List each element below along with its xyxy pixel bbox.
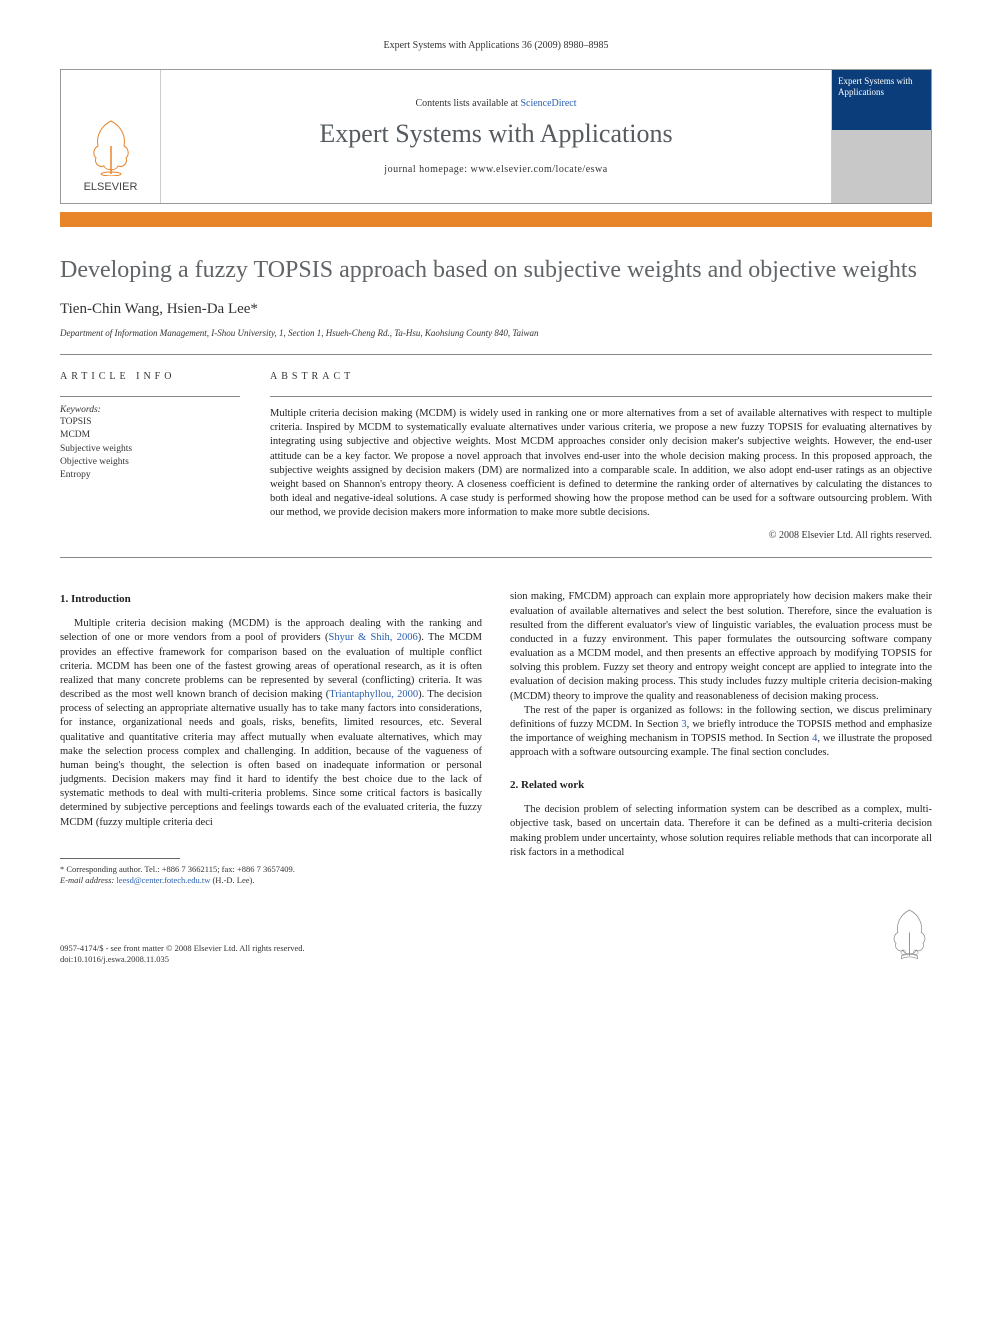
divider-bottom (60, 557, 932, 558)
sciencedirect-link[interactable]: ScienceDirect (520, 98, 576, 109)
affiliation-line: Department of Information Management, I-… (60, 328, 932, 338)
article-info-column: ARTICLE INFO Keywords: TOPSIS MCDM Subje… (60, 371, 240, 541)
info-divider (60, 396, 240, 397)
doi-line: doi:10.1016/j.eswa.2008.11.035 (60, 954, 305, 965)
abstract-copyright: © 2008 Elsevier Ltd. All rights reserved… (270, 530, 932, 541)
running-header: Expert Systems with Applications 36 (200… (60, 40, 932, 51)
elsevier-tree-icon (86, 116, 136, 176)
abstract-divider (270, 396, 932, 397)
para-text: ). The decision process of selecting an … (60, 689, 482, 828)
left-column: 1. Introduction Multiple criteria decisi… (60, 590, 482, 886)
footnote-separator (60, 858, 180, 859)
keyword-item: Entropy (60, 469, 240, 482)
elsevier-tree-icon (887, 905, 932, 960)
section-1-heading: 1. Introduction (60, 592, 482, 607)
journal-homepage: journal homepage: www.elsevier.com/locat… (384, 164, 607, 175)
body-columns: 1. Introduction Multiple criteria decisi… (60, 590, 932, 886)
keyword-item: TOPSIS (60, 416, 240, 429)
page-footer: 0957-4174/$ - see front matter © 2008 El… (60, 905, 932, 965)
article-info-heading: ARTICLE INFO (60, 371, 240, 382)
journal-cover-thumbnail: Expert Systems with Applications (831, 70, 931, 203)
cover-title-text: Expert Systems with Applications (832, 70, 931, 104)
publisher-box: ELSEVIER (61, 70, 161, 203)
corresponding-author-footnote: * Corresponding author. Tel.: +886 7 366… (60, 864, 482, 875)
info-abstract-row: ARTICLE INFO Keywords: TOPSIS MCDM Subje… (60, 355, 932, 557)
banner-center: Contents lists available at ScienceDirec… (161, 70, 831, 203)
keyword-item: MCDM (60, 429, 240, 442)
keyword-item: Subjective weights (60, 443, 240, 456)
contents-available-line: Contents lists available at ScienceDirec… (415, 98, 576, 109)
section-1-para-1-left: Multiple criteria decision making (MCDM)… (60, 617, 482, 830)
footer-left: 0957-4174/$ - see front matter © 2008 El… (60, 943, 305, 965)
section-1-para-1-right: sion making, FMCDM) approach can explain… (510, 590, 932, 703)
section-2-heading: 2. Related work (510, 778, 932, 793)
right-column: sion making, FMCDM) approach can explain… (510, 590, 932, 886)
issn-line: 0957-4174/$ - see front matter © 2008 El… (60, 943, 305, 954)
abstract-heading: ABSTRACT (270, 371, 932, 382)
article-title: Developing a fuzzy TOPSIS approach based… (60, 255, 932, 285)
authors-line: Tien-Chin Wang, Hsien-Da Lee* (60, 301, 932, 318)
abstract-text: Multiple criteria decision making (MCDM)… (270, 407, 932, 520)
citation-link[interactable]: Shyur & Shih, 2006 (329, 632, 418, 643)
section-2-para-1: The decision problem of selecting inform… (510, 803, 932, 860)
citation-link[interactable]: Triantaphyllou, 2000 (329, 689, 418, 700)
orange-divider-bar (60, 212, 932, 227)
footer-logo (887, 905, 932, 965)
journal-name: Expert Systems with Applications (319, 119, 672, 149)
email-suffix: (H.-D. Lee). (210, 875, 254, 885)
contents-prefix: Contents lists available at (415, 98, 520, 109)
email-link[interactable]: leesd@center.fotech.edu.tw (116, 875, 210, 885)
journal-banner: ELSEVIER Contents lists available at Sci… (60, 69, 932, 204)
email-footnote: E-mail address: leesd@center.fotech.edu.… (60, 875, 482, 886)
keyword-item: Objective weights (60, 456, 240, 469)
keywords-label: Keywords: (60, 405, 240, 415)
section-1-para-2: The rest of the paper is organized as fo… (510, 704, 932, 761)
abstract-column: ABSTRACT Multiple criteria decision maki… (270, 371, 932, 541)
email-label: E-mail address: (60, 875, 116, 885)
publisher-label: ELSEVIER (84, 181, 138, 193)
